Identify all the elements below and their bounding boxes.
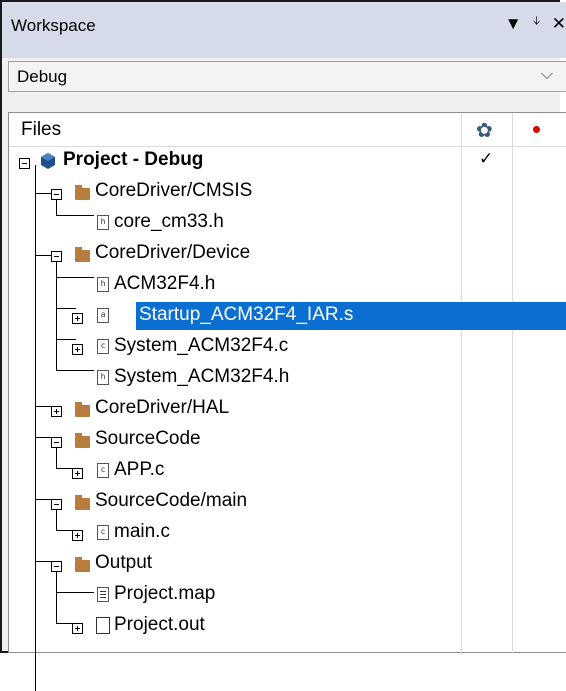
files-tree: Files ✿ Project - Debug ✓ CoreDriver/CMS… <box>8 112 566 691</box>
tree-row-label: System_ACM32F4.c <box>114 335 289 356</box>
tree-row-folder[interactable]: SourceCode/main <box>9 487 566 518</box>
tree-row-label: Project.map <box>114 583 216 604</box>
collapse-toggle-icon[interactable] <box>51 499 62 510</box>
tree-row-label: CoreDriver/HAL <box>95 397 230 418</box>
tree-row-label: Output <box>95 552 153 573</box>
tree-row-label: CoreDriver/Device <box>95 242 251 263</box>
tree-row-label: SourceCode/main <box>95 490 248 511</box>
tree-row-folder[interactable]: CoreDriver/HAL <box>9 394 566 425</box>
collapse-toggle-icon[interactable] <box>51 251 62 262</box>
tree-row-label: CoreDriver/CMSIS <box>95 180 253 201</box>
configuration-select[interactable]: Debug ⌵ <box>8 61 566 92</box>
gear-icon[interactable]: ✿ <box>476 118 493 143</box>
workspace-title: Workspace <box>11 16 96 35</box>
map-file-icon <box>97 587 109 602</box>
folder-icon <box>75 247 90 262</box>
tree-row-label: SourceCode <box>95 428 201 449</box>
tree-row-project[interactable]: Project - Debug ✓ <box>9 146 566 177</box>
tree-row-label: Startup_ACM32F4_IAR.s <box>139 304 354 325</box>
c-file-icon: c <box>97 463 109 478</box>
expand-toggle-icon[interactable] <box>72 344 83 355</box>
tree-row-label: System_ACM32F4.h <box>114 366 290 387</box>
workspace-titlebar: Workspace ▼ ᛎ ✕ <box>2 2 566 58</box>
checkmark-icon: ✓ <box>479 149 494 168</box>
chevron-down-icon[interactable]: ⌵ <box>541 66 553 84</box>
header-file-icon: h <box>97 370 109 385</box>
dropdown-arrow-icon[interactable]: ▼ <box>505 14 522 34</box>
files-column-header[interactable]: Files <box>21 119 61 141</box>
pin-icon[interactable]: ᛎ <box>532 14 542 34</box>
tree-row-file[interactable]: c System_ACM32F4.c <box>9 332 566 363</box>
tree-row-file[interactable]: Project.map <box>9 580 566 611</box>
tree-row-label: Project - Debug <box>63 149 204 170</box>
red-dot-icon[interactable] <box>533 126 540 133</box>
folder-icon <box>75 402 90 417</box>
collapse-toggle-icon[interactable] <box>51 561 62 572</box>
expand-toggle-icon[interactable] <box>72 623 83 634</box>
tree-row-folder[interactable]: SourceCode <box>9 425 566 456</box>
tree-row-file[interactable]: c main.c <box>9 518 566 549</box>
tree-header: Files ✿ <box>9 113 566 146</box>
c-file-icon: c <box>97 339 109 354</box>
expand-toggle-icon[interactable] <box>51 406 62 417</box>
header-file-icon: h <box>97 277 109 292</box>
expand-toggle-icon[interactable] <box>72 313 83 324</box>
tree-row-file[interactable]: h core_cm33.h <box>9 208 566 239</box>
tree-row-label: main.c <box>114 521 170 542</box>
folder-icon <box>75 495 90 510</box>
tree-row-file-selected[interactable]: a Startup_ACM32F4_IAR.s <box>9 301 566 332</box>
expand-toggle-icon[interactable] <box>72 468 83 479</box>
project-cube-icon <box>41 153 55 169</box>
tree-row-folder[interactable]: Output <box>9 549 566 580</box>
folder-icon <box>75 557 90 572</box>
expand-toggle-icon[interactable] <box>72 530 83 541</box>
tree-row-folder[interactable]: CoreDriver/CMSIS <box>9 177 566 208</box>
tree-row-file[interactable]: Project.out <box>9 611 566 642</box>
collapse-toggle-icon[interactable] <box>19 158 30 169</box>
tree-row-folder[interactable]: CoreDriver/Device <box>9 239 566 270</box>
folder-icon <box>75 433 90 448</box>
configuration-value: Debug <box>17 67 68 86</box>
asm-file-icon: a <box>97 308 109 323</box>
output-file-icon <box>96 617 110 634</box>
tree-row-file[interactable]: c APP.c <box>9 456 566 487</box>
folder-icon <box>75 185 90 200</box>
c-file-icon: c <box>97 525 109 540</box>
tree-row-label: Project.out <box>114 614 205 635</box>
tree-row-label: ACM32F4.h <box>114 273 216 294</box>
tree-row-file[interactable]: h ACM32F4.h <box>9 270 566 301</box>
tree-row-file[interactable]: h System_ACM32F4.h <box>9 363 566 394</box>
tree-row-label: core_cm33.h <box>114 211 224 232</box>
collapse-toggle-icon[interactable] <box>51 189 62 200</box>
header-file-icon: h <box>97 215 109 230</box>
collapse-toggle-icon[interactable] <box>51 437 62 448</box>
tree-row-label: APP.c <box>114 459 165 480</box>
close-icon[interactable]: ✕ <box>552 14 566 34</box>
